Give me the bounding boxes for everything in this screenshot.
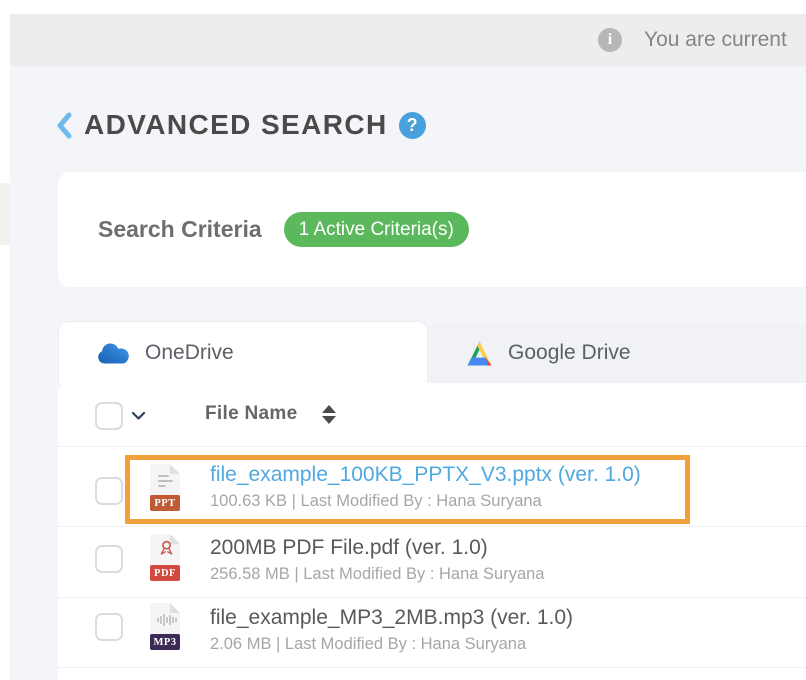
table-header-row: File Name — [58, 383, 806, 447]
select-all-checkbox[interactable] — [95, 402, 123, 430]
background-edge-element — [0, 183, 10, 245]
pdf-file-icon: PDF — [148, 534, 182, 581]
file-meta: 100.63 KB | Last Modified By : Hana Sury… — [210, 492, 641, 511]
notice-text: You are current — [644, 14, 787, 66]
file-meta: 2.06 MB | Last Modified By : Hana Suryan… — [210, 635, 573, 654]
row-checkbox[interactable] — [95, 613, 123, 641]
mp3-file-icon: MP3 — [148, 603, 182, 650]
file-table: File Name PPT file_example_100KB_PPTX_V3… — [58, 383, 806, 680]
search-criteria-card: Search Criteria 1 Active Criteria(s) — [58, 172, 806, 287]
sort-icon[interactable] — [322, 405, 336, 424]
active-criteria-badge: 1 Active Criteria(s) — [284, 212, 469, 247]
row-checkbox[interactable] — [95, 545, 123, 573]
onedrive-cloud-icon — [97, 342, 130, 365]
column-file-name: File Name — [205, 403, 297, 425]
file-name[interactable]: 200MB PDF File.pdf (ver. 1.0) — [210, 536, 544, 560]
table-row[interactable]: PDF 200MB PDF File.pdf (ver. 1.0) 256.58… — [58, 527, 806, 598]
table-row[interactable]: PPT file_example_100KB_PPTX_V3.pptx (ver… — [58, 447, 806, 527]
question-icon[interactable]: ? — [399, 112, 426, 139]
file-name-link[interactable]: file_example_100KB_PPTX_V3.pptx (ver. 1.… — [210, 463, 641, 487]
row-checkbox[interactable] — [95, 477, 123, 505]
file-meta: 256.58 MB | Last Modified By : Hana Sury… — [210, 565, 544, 584]
info-icon: i — [598, 28, 622, 52]
tab-google-drive[interactable]: Google Drive — [430, 323, 806, 383]
advanced-search-header: ADVANCED SEARCH ? — [56, 106, 426, 144]
tab-onedrive[interactable]: OneDrive — [58, 321, 428, 384]
table-row[interactable]: MP3 file_example_MP3_2MB.mp3 (ver. 1.0) … — [58, 598, 806, 668]
file-name[interactable]: file_example_MP3_2MB.mp3 (ver. 1.0) — [210, 606, 573, 630]
page-title: ADVANCED SEARCH — [84, 109, 388, 141]
tab-onedrive-label: OneDrive — [145, 341, 234, 365]
chevron-down-icon[interactable] — [131, 411, 146, 421]
pptx-file-icon: PPT — [148, 464, 182, 511]
notice-bar: i You are current — [10, 14, 806, 66]
google-drive-icon — [466, 341, 493, 366]
criteria-title: Search Criteria — [98, 216, 262, 243]
chevron-left-icon[interactable] — [56, 112, 73, 139]
tab-google-drive-label: Google Drive — [508, 341, 631, 365]
